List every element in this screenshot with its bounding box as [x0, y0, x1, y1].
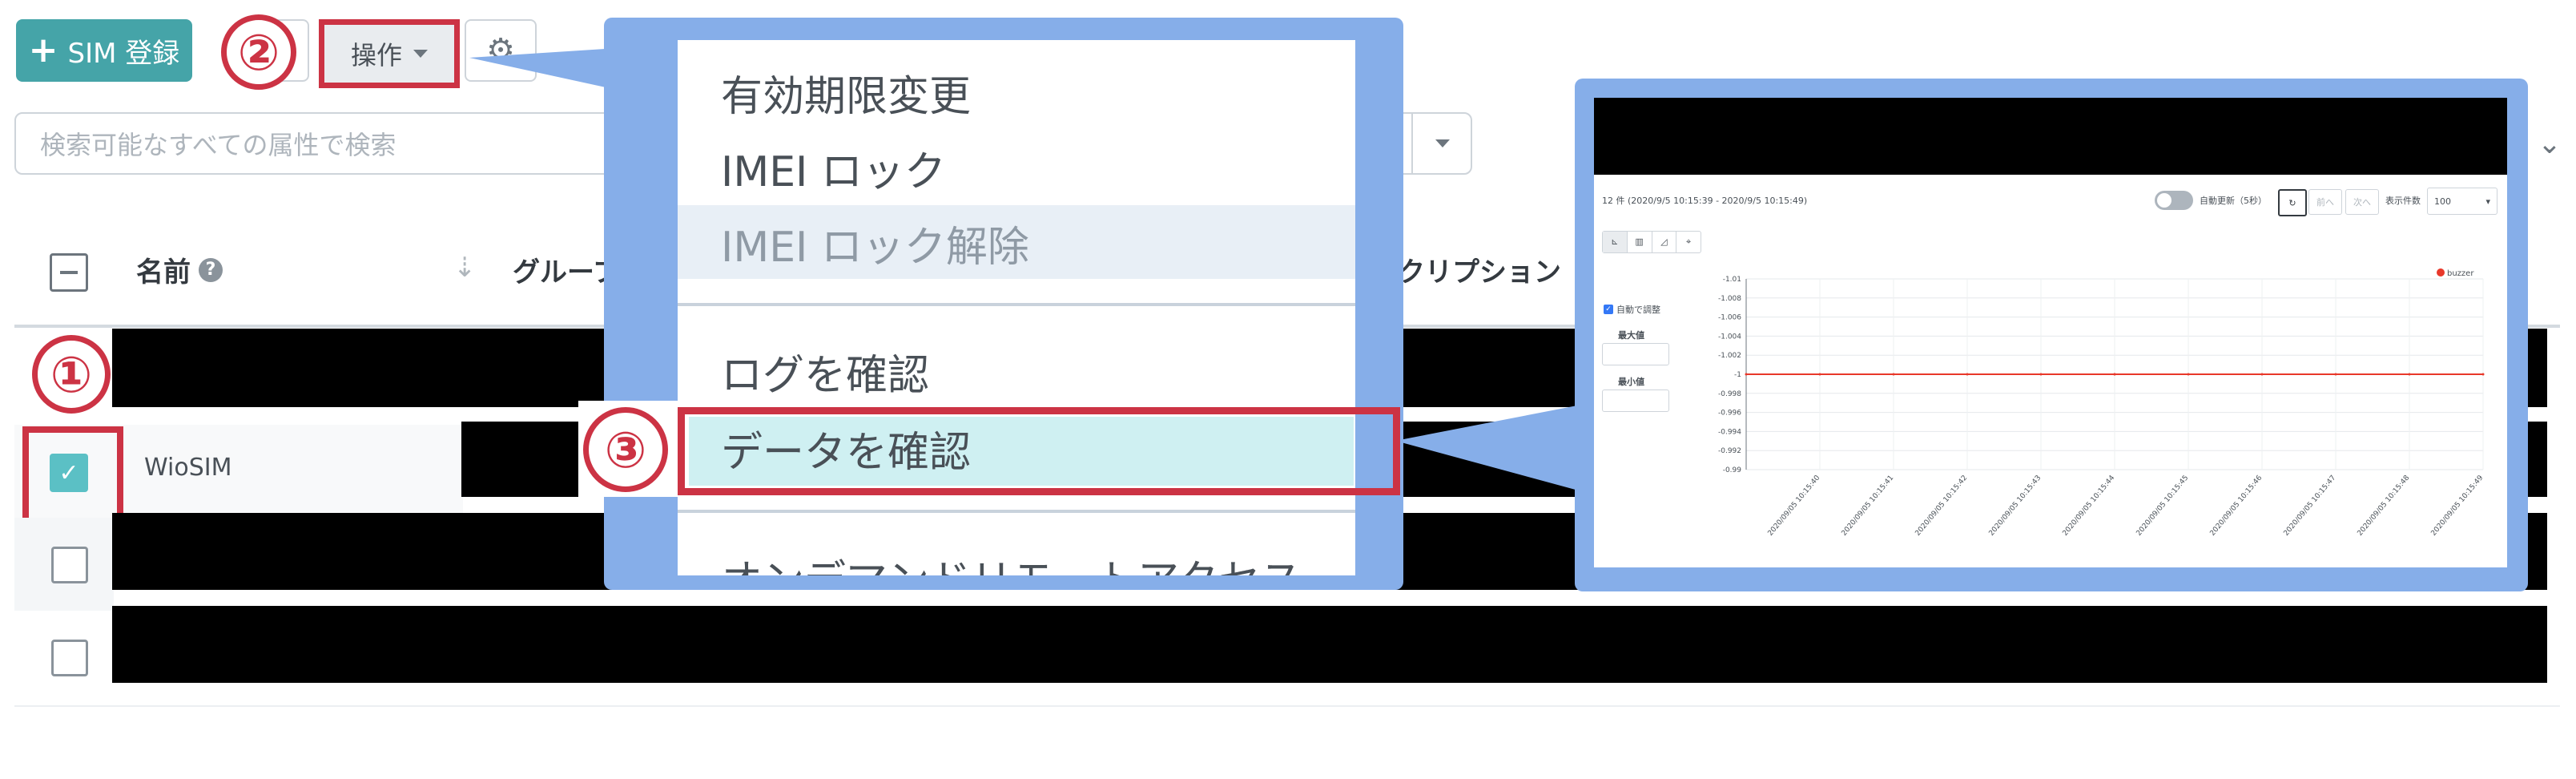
- max-value-label: 最大値: [1618, 330, 1644, 341]
- page-size-select[interactable]: 100 ▾: [2427, 188, 2498, 215]
- min-value-input[interactable]: [1602, 390, 1669, 412]
- sensor-line-chart: -1.01 -1.008 -1.006 -1.004 -1.002 -1 -0.998 -0.…: [1718, 268, 2485, 538]
- caret-down-icon: ▾: [2485, 196, 2490, 207]
- prev-page-button[interactable]: 前へ: [2308, 189, 2342, 215]
- data-point: [1745, 373, 1748, 376]
- y-tick-label: -1.002: [1718, 352, 1741, 360]
- y-tick-label: -0.998: [1718, 390, 1741, 398]
- menu-item-expiry-change[interactable]: 有効期限変更: [721, 63, 971, 123]
- reload-button[interactable]: ↻: [2278, 189, 2307, 216]
- data-point: [2408, 373, 2411, 376]
- data-point: [2260, 373, 2264, 376]
- y-tick-label: -1.008: [1718, 295, 1741, 303]
- page-size-label: 表示件数: [2385, 196, 2421, 206]
- menu-divider: [678, 303, 1355, 306]
- legend-marker-buzzer: [2437, 268, 2445, 276]
- x-tick-label: 2020/09/05 10:15:48: [2356, 474, 2411, 538]
- y-tick-label: -0.994: [1718, 428, 1741, 436]
- x-tick-label: 2020/09/05 10:15:42: [1914, 474, 1969, 538]
- data-preview-window: 12 件 (2020/9/5 10:15:39 - 2020/9/5 10:15…: [1594, 98, 2507, 567]
- auto-refresh-label: 自動更新（5秒）: [2200, 196, 2267, 206]
- data-point: [2481, 373, 2485, 376]
- data-point: [2039, 373, 2043, 376]
- y-tick-label: -0.996: [1718, 410, 1741, 418]
- data-point: [2187, 373, 2190, 376]
- bar-chart-icon[interactable]: ▥: [1628, 232, 1652, 252]
- x-tick-label: 2020/09/05 10:15:40: [1766, 474, 1821, 538]
- auto-adjust-label: 自動で調整: [1616, 305, 1660, 315]
- menu-item-imei-lock[interactable]: IMEI ロック: [721, 138, 946, 198]
- y-tick-label: -0.99: [1723, 466, 1742, 474]
- y-tick-label: -1.01: [1723, 276, 1741, 284]
- page-size-value: 100: [2434, 196, 2451, 207]
- auto-refresh-toggle[interactable]: [2155, 191, 2193, 210]
- y-tick-label: -1: [1734, 371, 1741, 379]
- auto-adjust-checkbox[interactable]: ✓: [1604, 305, 1613, 314]
- redacted-preview-header: [1594, 98, 2507, 175]
- step-marker-3: ③: [583, 407, 668, 492]
- menu-item-view-logs[interactable]: ログを確認: [721, 341, 929, 402]
- data-point: [1966, 373, 1969, 376]
- data-point: [2334, 373, 2337, 376]
- y-tick-label: -1.004: [1718, 333, 1741, 341]
- reload-icon: ↻: [2288, 197, 2296, 208]
- max-value-input[interactable]: [1602, 343, 1669, 365]
- menu-divider: [678, 510, 1355, 513]
- map-pin-icon[interactable]: ⌖: [1676, 232, 1701, 252]
- menu-item-view-data-highlight: [678, 407, 1400, 495]
- data-point: [2113, 373, 2116, 376]
- area-chart-icon[interactable]: ◿: [1652, 232, 1677, 252]
- menu-item-imei-unlock[interactable]: IMEI ロック解除: [721, 213, 1029, 273]
- next-page-button[interactable]: 次へ: [2345, 189, 2379, 215]
- toggle-knob: [2157, 193, 2171, 208]
- x-tick-label: 2020/09/05 10:15:47: [2282, 474, 2337, 538]
- data-point: [1892, 373, 1895, 376]
- x-tick-label: 2020/09/05 10:15:41: [1840, 474, 1895, 538]
- x-tick-label: 2020/09/05 10:15:46: [2208, 474, 2264, 538]
- x-tick-label: 2020/09/05 10:15:49: [2429, 474, 2485, 538]
- data-point: [1818, 373, 1821, 376]
- chart-type-buttons: ⊾ ▥ ◿ ⌖: [1602, 231, 1701, 253]
- x-tick-label: 2020/09/05 10:15:45: [2135, 474, 2190, 538]
- y-tick-label: -0.992: [1718, 447, 1741, 455]
- x-tick-label: 2020/09/05 10:15:44: [2061, 474, 2116, 538]
- y-tick-label: -1.006: [1718, 314, 1741, 322]
- line-chart-icon[interactable]: ⊾: [1603, 232, 1628, 252]
- menu-item-on-demand-remote-access[interactable]: オンデマンドリモートアクセス: [721, 547, 1302, 575]
- legend-label-buzzer: buzzer: [2447, 269, 2474, 278]
- x-tick-label: 2020/09/05 10:15:43: [1987, 474, 2043, 538]
- preview-range-text: 12 件 (2020/9/5 10:15:39 - 2020/9/5 10:15…: [1602, 196, 1808, 206]
- min-value-label: 最小値: [1618, 377, 1644, 387]
